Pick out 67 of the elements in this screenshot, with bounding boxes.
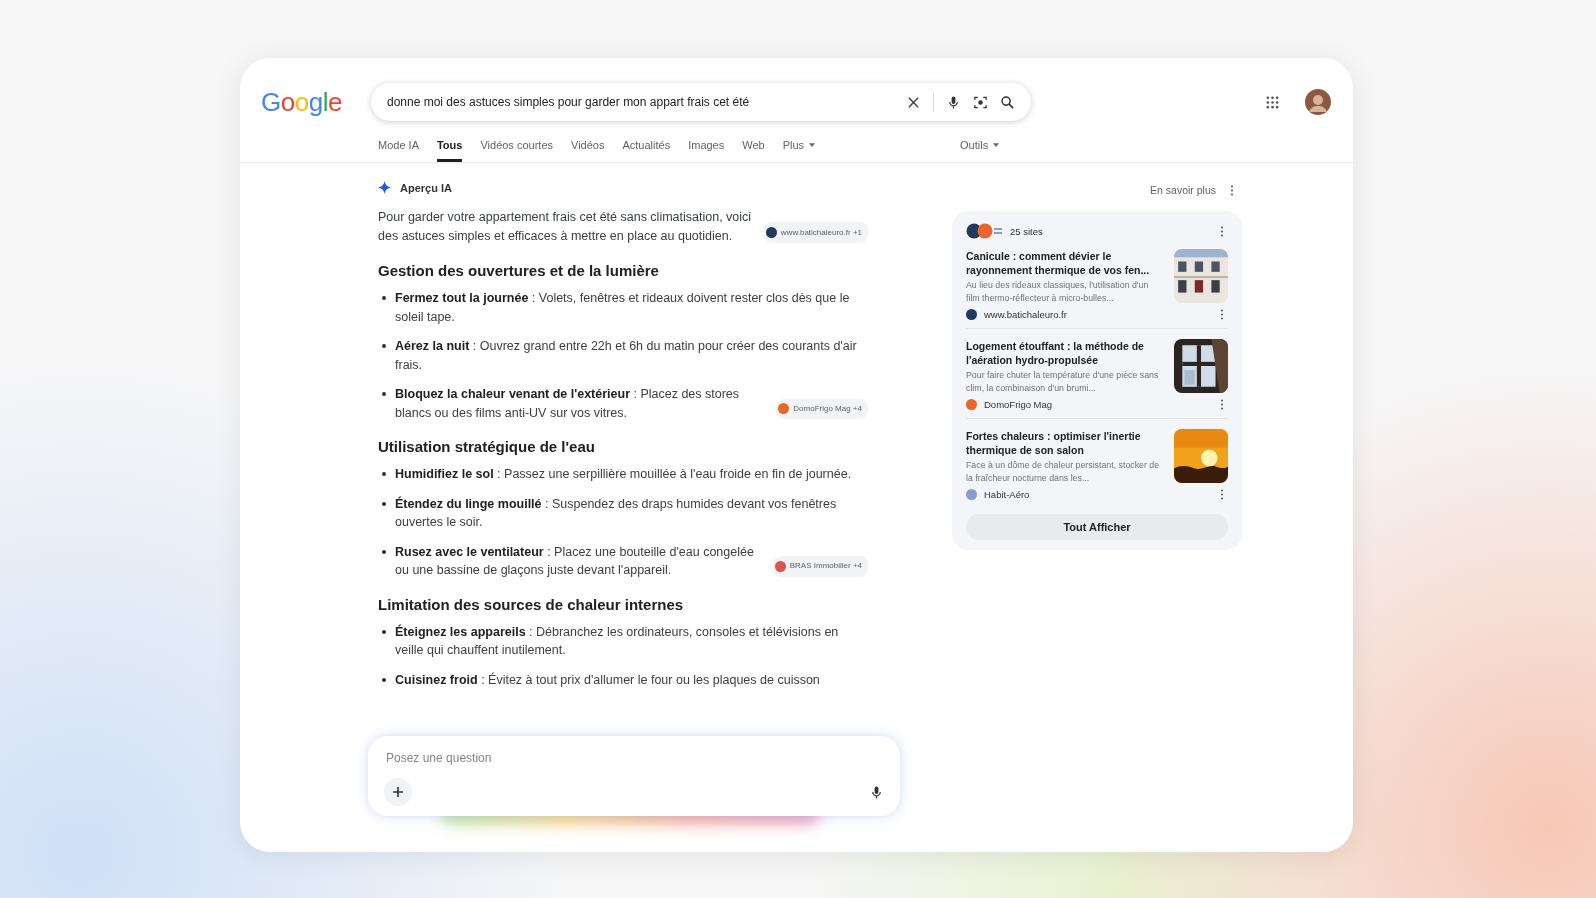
article-snippet: Pour faire chuter la température d'une pièce sans clim, la combinaison d'un brumi...	[966, 369, 1160, 394]
section-heading: Limitation des sources de chaleur internes	[378, 595, 685, 613]
plus-icon	[392, 786, 404, 798]
search-tab[interactable]: Mode IA	[378, 139, 419, 162]
bullet-icon	[382, 344, 386, 348]
search-tab[interactable]: Tous	[436, 139, 463, 162]
sparkle-icon	[378, 181, 391, 194]
tools-menu[interactable]: Outils	[960, 139, 1000, 162]
search-tab[interactable]: Vidéos courtes	[480, 139, 553, 162]
source-chip[interactable]: DomoFrigo Mag +4	[776, 398, 868, 419]
source-chip[interactable]: www.batichaleuro.fr +1	[763, 222, 868, 243]
microphone-icon[interactable]	[946, 94, 961, 110]
source-chip[interactable]: BRAS Immobilier +4	[772, 556, 868, 577]
tip-text: Cuisinez froid : Évitez à tout prix d'allumer le four ou les plaques de cuisson	[395, 671, 820, 689]
tip-text: Étendez du linge mouillé : Suspendez des draps humides devant vos fenêtres ouvertes le soir.	[395, 495, 838, 531]
close-icon[interactable]	[906, 94, 921, 110]
bullet-icon	[382, 549, 386, 554]
more-icon[interactable]	[1220, 225, 1224, 237]
article-title[interactable]: Fortes chaleurs : optimiser l'inertie thermique de son salon	[966, 429, 1162, 457]
add-button[interactable]	[384, 778, 412, 806]
more-icon[interactable]	[1220, 309, 1224, 320]
avatar-icon[interactable]	[1305, 89, 1331, 115]
section-heading: Gestion des ouvertures et de la lumière	[378, 262, 660, 279]
bullet-icon	[382, 677, 386, 682]
more-icon[interactable]	[1220, 399, 1224, 410]
google-logo[interactable]: Google	[261, 86, 371, 118]
intro-text: Pour garder votre appartement frais cet été sans climatisation, voici des astuces simples et efficaces à mettre en place au quotidien.	[378, 209, 753, 245]
tip-text: Éteignez les appareils : Débranchez les ordinateurs, consoles et télévisions en veille qui chauffent inutilement.	[395, 623, 840, 659]
caret-icon	[993, 143, 1000, 147]
bullet-icon	[382, 392, 386, 396]
search-tab[interactable]: Vidéos	[571, 139, 605, 162]
tip-text: Bloquez la chaleur venant de l'extérieur : Placez des stores blancs ou des films anti-UV sur vos vitres.	[395, 386, 741, 422]
tip-text: Fermez tout la journée : Volets, fenêtres et rideaux doivent rester clos dès que le soleil tape.	[395, 290, 851, 326]
bullet-icon	[382, 629, 386, 634]
site-count: 25 sites	[1010, 225, 1043, 237]
tip-text: Humidifiez le sol : Passez une serpillière mouillée à l'eau froide en fin de journée.	[395, 466, 852, 483]
search-tab[interactable]: Actualités	[622, 139, 671, 162]
more-icon[interactable]	[1230, 184, 1234, 196]
tip-text: Aérez la nuit : Ouvrez grand entre 22h et 6h du matin pour créer des courants d'air frais.	[395, 338, 858, 374]
bullet-icon	[382, 501, 386, 506]
site-name: www.batichaleuro.fr	[984, 309, 1067, 320]
caret-icon	[809, 143, 816, 147]
learn-more-link[interactable]: En savoir plus	[1150, 184, 1216, 196]
overview-title: Aperçu IA	[400, 181, 452, 194]
article-snippet: Face à un dôme de chaleur persistant, stocker de la fraîcheur nocturne dans les...	[966, 459, 1161, 484]
article-snippet: Au lieu des rideaux classiques, l'utilisation d'un film thermo-réflecteur à micro-bulles...	[966, 279, 1150, 304]
article-title[interactable]: Canicule : comment dévier le rayonnement thermique de vos fen...	[966, 249, 1162, 277]
search-tab[interactable]: Images	[688, 139, 725, 162]
camera-icon[interactable]	[973, 94, 988, 110]
microphone-icon[interactable]	[869, 784, 884, 800]
search-icon[interactable]	[1000, 94, 1015, 110]
tip-text: Rusez avec le ventilateur : Placez une bouteille d'eau congelée ou une bassine de glaçons juste devant l'appareil.	[395, 543, 755, 579]
site-icons-drawing	[966, 223, 1004, 239]
section-heading: Utilisation stratégique de l'eau	[378, 438, 596, 455]
bullet-icon	[382, 472, 386, 476]
article-title[interactable]: Logement étouffant : la méthode de l'aération hydro-propulsée	[966, 339, 1162, 367]
search-query: donne moi des astuces simples pour garder mon appart frais cet été	[387, 95, 751, 109]
show-all-button[interactable]: Tout Afficher	[966, 514, 1228, 540]
site-name: DomoFrigo Mag	[984, 399, 1053, 410]
search-tab[interactable]: Web	[742, 139, 765, 162]
search-tab[interactable]: Plus	[782, 139, 816, 162]
question-field[interactable]: Posez une question	[384, 750, 884, 766]
more-icon[interactable]	[1220, 489, 1224, 500]
site-name: Habit-Aéro	[984, 489, 1030, 500]
apps-grid-icon[interactable]	[1266, 95, 1279, 109]
search-field[interactable]: donne moi des astuces simples pour garder mon appart frais cet été	[371, 83, 1031, 121]
bullet-icon	[382, 296, 386, 300]
